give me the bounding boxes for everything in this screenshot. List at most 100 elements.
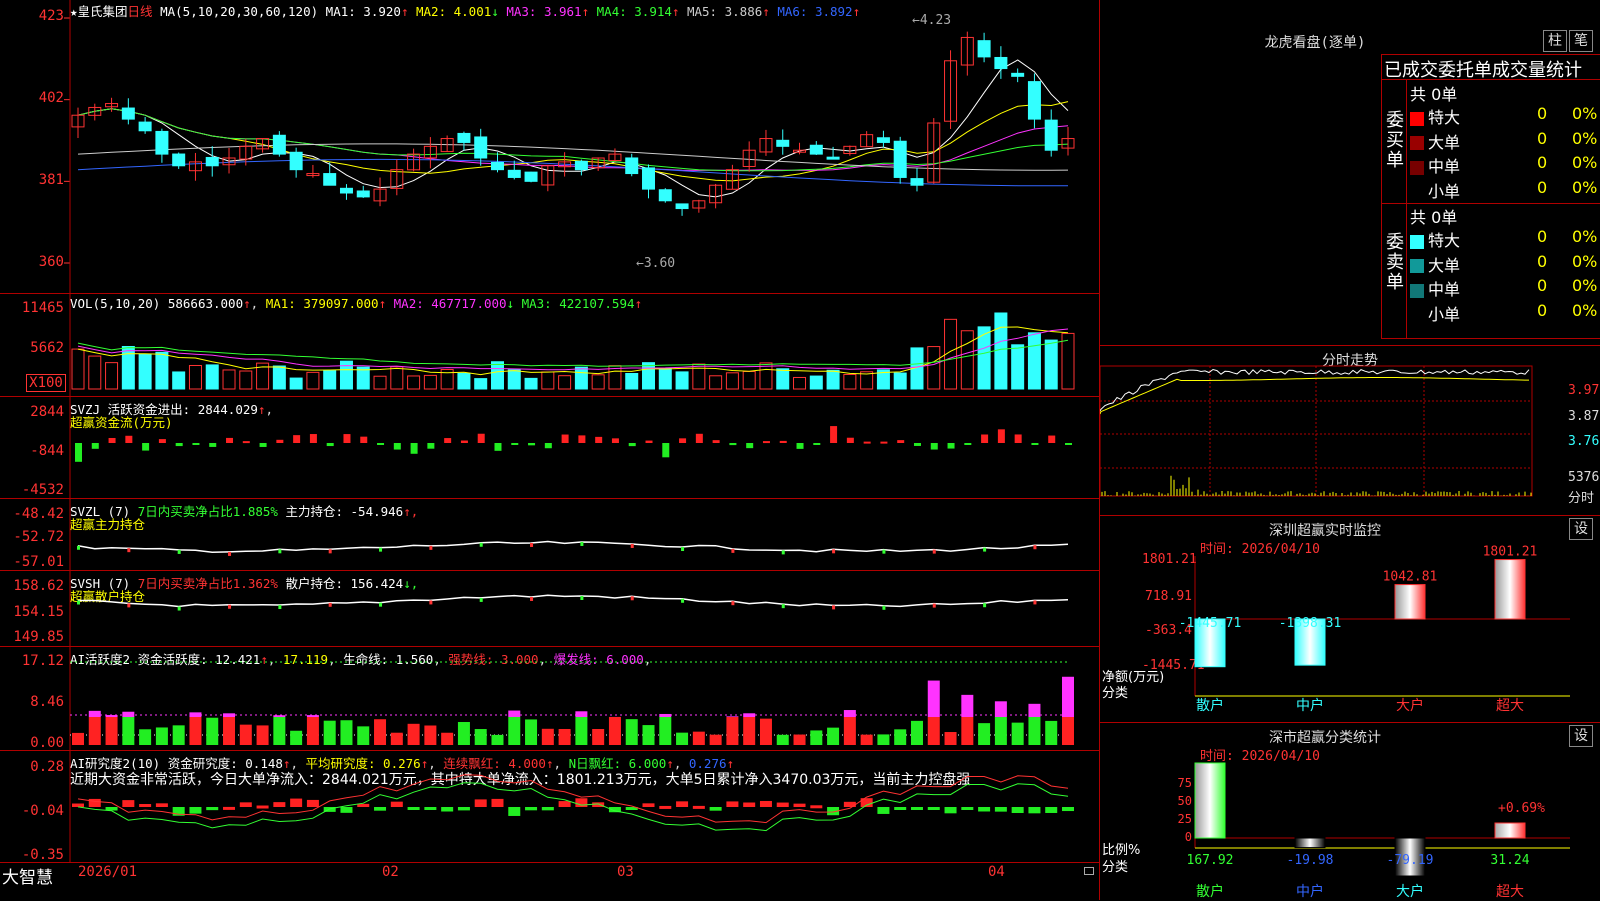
ai-active-chart[interactable] — [0, 647, 1100, 751]
svzj-bar — [813, 443, 820, 445]
ai-active-pane[interactable]: AI活跃度2 资金活跃度: 12.421↑, 17.119, 生命线: 1.56… — [0, 646, 1100, 751]
ai-active-bar — [726, 717, 738, 745]
volume-bar — [290, 378, 302, 389]
svsh-tick — [530, 597, 533, 601]
ai-research-bar — [945, 807, 957, 813]
volume-chart[interactable] — [0, 294, 1100, 397]
svzl-tick — [882, 550, 885, 554]
volume-bar — [894, 373, 906, 389]
color-swatch — [1410, 112, 1424, 126]
svsh-tick — [832, 605, 835, 609]
svzj-bar — [880, 442, 887, 444]
dragon-tiger-title: 龙虎看盘(逐单) — [1100, 32, 1530, 52]
ai-active-bar — [408, 724, 420, 745]
svzj-bar — [394, 443, 401, 450]
sz-class-panel: 深市超赢分类统计 设 时间: 2026/04/10 75 50 25 0 比例%… — [1100, 722, 1600, 901]
buy-label: 中单 — [1428, 157, 1460, 176]
svzj-bar — [494, 443, 501, 451]
svsh-tick — [278, 605, 281, 609]
ai-research-bar — [374, 807, 386, 811]
candle-body — [273, 135, 285, 154]
svzj-bar — [780, 441, 787, 443]
svzj-bar — [1048, 436, 1055, 443]
ai-active-bar — [559, 729, 571, 745]
volume-bar — [643, 363, 655, 389]
svzj-bar — [528, 443, 535, 445]
buy-count: 0 — [1537, 178, 1547, 197]
svzj-chart[interactable] — [0, 397, 1100, 499]
ai-active-bar — [173, 725, 185, 745]
ai-research-bar — [894, 807, 906, 810]
buy-side-label: 委买单 — [1386, 111, 1404, 171]
category-label: 中户 — [1296, 697, 1324, 714]
color-swatch — [1410, 235, 1424, 249]
svsh-tick — [178, 607, 181, 611]
volume-bar — [307, 372, 319, 389]
svzl-tick — [731, 549, 734, 553]
ai-active-bar — [995, 717, 1007, 745]
volume-pane[interactable]: VOL(5,10,20) 586663.000↑, MA1: 379097.00… — [0, 293, 1100, 397]
svzl-tick — [429, 546, 432, 550]
ai-active-bar — [458, 722, 470, 745]
ai-active-bar-top — [122, 712, 134, 717]
high-price-mark: ←4.23 — [912, 13, 951, 28]
ai-research-bar — [777, 803, 789, 807]
svzj-pane[interactable]: SVZJ 活跃资金进出: 2844.029↑, 超赢资金流(万元) 2844 -… — [0, 396, 1100, 499]
svzl-pane[interactable]: SVZL (7) 7日内买卖净占比1.885% 主力持仓: -54.946↑, … — [0, 498, 1100, 571]
ai-research-pane[interactable]: AI研究度2(10) 资金研究度: 0.148↑, 平均研究度: 0.276↑,… — [0, 750, 1100, 863]
svzl-tick — [933, 550, 936, 554]
volume-bar — [189, 365, 201, 389]
intraday-chart[interactable] — [1100, 346, 1600, 516]
volume-bar — [324, 371, 336, 389]
svzj-bar — [243, 441, 250, 443]
ai-research-bar — [559, 801, 571, 807]
date-axis-mar: 03 — [617, 864, 634, 880]
ai-active-bar-top — [106, 715, 118, 717]
intraday-panel[interactable]: 分时走势 3.975 3.870 3.765 53761 分时 — [1100, 345, 1600, 516]
svsh-chart[interactable] — [0, 571, 1100, 647]
ai-research-bar — [441, 807, 453, 812]
svzl-tick — [782, 550, 785, 554]
svzl-line — [78, 542, 1068, 553]
svzl-tick — [832, 549, 835, 553]
svsh-pane[interactable]: SVSH (7) 7日内买卖净占比1.362% 散户持仓: 156.424↓, … — [0, 570, 1100, 647]
ai-active-bar — [659, 717, 671, 745]
sell-count: 0 — [1537, 227, 1547, 246]
bar-mode-button[interactable]: 柱 — [1543, 30, 1567, 52]
sell-pct: 0% — [1572, 252, 1597, 271]
svzj-bar — [981, 434, 988, 443]
ai-active-bar — [609, 717, 621, 745]
ai-research-bar — [659, 806, 671, 809]
ai-research-bar — [475, 799, 487, 807]
category-label: 超大 — [1496, 884, 1524, 900]
svzl-tick — [228, 552, 231, 556]
buy-row: 大单 — [1410, 129, 1460, 153]
svzj-bar — [914, 443, 921, 446]
svzl-chart[interactable] — [0, 499, 1100, 571]
ai-research-bar — [458, 807, 470, 810]
ai-active-bar-top — [743, 713, 755, 717]
intraday-price-line — [1100, 370, 1529, 412]
candle-body — [156, 131, 168, 154]
ai-active-bar — [441, 733, 453, 745]
svsh-tick — [329, 603, 332, 607]
svzl-tick — [77, 546, 80, 550]
kline-chart[interactable] — [0, 0, 1100, 293]
candle-body — [458, 133, 470, 142]
svzj-bar — [1031, 443, 1038, 445]
ai-active-bar — [861, 735, 873, 745]
ai-research-bar — [1028, 807, 1040, 813]
ai-active-bar — [206, 718, 218, 745]
candle-body — [508, 170, 520, 177]
lock-icon[interactable] — [1084, 867, 1094, 875]
svsh-tick — [580, 596, 583, 600]
candle-body — [575, 161, 587, 169]
volume-bar — [240, 371, 252, 389]
category-bar — [1395, 585, 1425, 619]
svzj-bar — [192, 443, 199, 445]
kline-pane[interactable]: ★皇氏集团日线 MA(5,10,20,30,60,120) MA1: 3.920… — [0, 0, 1100, 293]
ai-research-chart[interactable] — [0, 751, 1100, 863]
color-swatch — [1410, 161, 1424, 175]
ai-active-bar-top — [89, 711, 101, 717]
tick-mode-button[interactable]: 笔 — [1569, 30, 1593, 52]
